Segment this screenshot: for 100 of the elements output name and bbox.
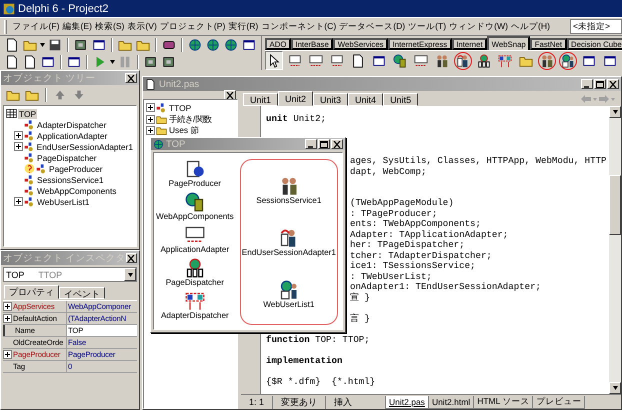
tree-item[interactable]: TOP (18, 108, 38, 118)
editor-tab[interactable]: Unit4 (348, 93, 384, 106)
tree-item[interactable]: 手続き/関数 (168, 114, 212, 125)
new-file-button[interactable] (4, 36, 20, 52)
editor-tab[interactable]: Unit3 (313, 93, 348, 106)
editor-tab[interactable]: Unit5 (383, 93, 418, 106)
globe-button[interactable] (187, 36, 203, 52)
tree-item[interactable]: SessionsService1 (36, 174, 105, 184)
app-logo-icon (3, 2, 15, 14)
expand-toggle-icon[interactable] (146, 126, 155, 136)
tree-item[interactable]: Uses 節 (168, 125, 200, 136)
vertical-scrollbar[interactable] (609, 106, 621, 394)
editor-tab[interactable]: Unit1 (243, 93, 278, 106)
object-selector[interactable]: TOP TTOP (3, 267, 137, 282)
component-icon (330, 54, 344, 68)
expand-toggle-icon[interactable] (3, 314, 12, 323)
code-line: implementation (266, 354, 342, 366)
minimize-button[interactable] (581, 79, 593, 89)
menu-item[interactable]: ウィンドウ(W) (448, 20, 510, 32)
pointer-button[interactable] (265, 51, 283, 70)
view-tab[interactable]: HTML ソース (473, 396, 534, 408)
scroll-thumb[interactable] (609, 175, 621, 235)
code-line: onAdapter1: TEndUserSessionAdapter; (350, 281, 541, 292)
tree-item[interactable]: PageDispatcher (36, 152, 98, 162)
globe-button[interactable] (223, 36, 239, 52)
inspector-tab[interactable]: プロパティ (4, 285, 59, 299)
tree-item[interactable]: TTOP (168, 102, 192, 113)
document-icon (145, 78, 156, 90)
close-button[interactable] (224, 90, 236, 100)
close-button[interactable] (607, 79, 619, 89)
arrow-up-icon (53, 88, 67, 102)
code-line: function TOP: TTOP; (266, 334, 370, 344)
tree-item[interactable]: WebUserList1 (36, 196, 90, 206)
view-tab[interactable]: Unit2.html (428, 396, 474, 408)
globe-button[interactable] (205, 36, 221, 52)
view-tab[interactable]: Unit2.pas (385, 396, 429, 408)
expand-toggle-icon[interactable] (3, 302, 12, 311)
editor-tab[interactable]: Unit2 (278, 91, 314, 106)
tree-item[interactable]: EndUserSessionAdapter1 (36, 142, 134, 152)
tree-item[interactable]: WebAppComponents (36, 186, 118, 196)
menu-item[interactable]: データベース(D) (338, 20, 407, 32)
code-line: 宣 } (350, 292, 370, 302)
tree-item[interactable]: ApplicationAdapter (36, 130, 108, 140)
component-icon (351, 54, 365, 68)
inspector-tab[interactable]: イベント (59, 287, 105, 299)
component-icon[interactable] (278, 280, 299, 300)
expand-toggle-icon[interactable] (14, 197, 23, 206)
circled-component-button[interactable] (538, 52, 556, 70)
close-button[interactable] (126, 253, 137, 263)
component-combo[interactable]: <未指定> (570, 19, 622, 34)
menu-item[interactable]: 検索(S) (93, 20, 126, 32)
caret-icon[interactable] (40, 42, 45, 46)
menu-item[interactable]: ヘルプ(H) (510, 20, 552, 32)
menu-item[interactable]: 実行(R) (226, 20, 260, 32)
component-label: WebAppComponents (156, 212, 234, 221)
component-icon (288, 54, 302, 68)
globe-icon (224, 38, 238, 52)
tree-item[interactable]: AdapterDispatcher (36, 120, 108, 130)
expand-toggle-icon[interactable] (14, 131, 23, 140)
expand-toggle-icon[interactable] (3, 350, 12, 359)
circled-component-button[interactable] (559, 52, 577, 70)
expand-toggle-icon[interactable] (146, 114, 155, 124)
scroll-up-icon (612, 110, 618, 114)
component-icon[interactable] (184, 159, 205, 179)
close-icon (333, 140, 341, 148)
expand-toggle-icon[interactable] (146, 103, 155, 112)
component-icon[interactable] (184, 291, 205, 311)
view-tab[interactable]: プレビュー (532, 396, 586, 408)
close-button[interactable] (331, 139, 343, 149)
menu-item[interactable]: 表示(V) (126, 20, 158, 32)
expand-toggle-icon[interactable] (14, 142, 23, 151)
component-label: ApplicationAdapter (160, 245, 230, 254)
component-icon[interactable] (184, 192, 205, 212)
component-icon (309, 54, 323, 68)
globe-icon (188, 38, 202, 52)
window-icon (41, 54, 55, 68)
arrow-down-icon (72, 88, 86, 102)
menu-item[interactable]: プロジェクト(P) (158, 20, 227, 32)
maximize-button[interactable] (318, 139, 330, 149)
question-icon (24, 163, 35, 174)
minimize-button[interactable] (305, 139, 317, 149)
menu-item[interactable]: コンポーネント(C) (260, 20, 338, 32)
menu-item[interactable]: 編集(E) (60, 20, 94, 32)
close-button[interactable] (125, 73, 137, 83)
component-icon (24, 185, 35, 196)
window-title: Delphi 6 - Project2 (18, 2, 108, 14)
save-icon (48, 38, 62, 52)
component-icon (36, 163, 47, 174)
menu-item[interactable]: ファイル(F) (11, 20, 61, 32)
circled-component-button[interactable] (454, 52, 472, 70)
maximize-button[interactable] (594, 79, 606, 89)
component-icon[interactable] (184, 258, 205, 278)
modified-status: 変更あり (273, 396, 326, 408)
caret-icon[interactable] (110, 60, 115, 64)
component-icon[interactable] (184, 225, 205, 245)
cursor-position: 1: 1 (241, 396, 274, 408)
tree-item[interactable]: PageProducer (48, 164, 104, 174)
menu-item[interactable]: ツール(T) (406, 20, 448, 32)
close-icon (609, 80, 617, 88)
window-icon (242, 38, 256, 52)
